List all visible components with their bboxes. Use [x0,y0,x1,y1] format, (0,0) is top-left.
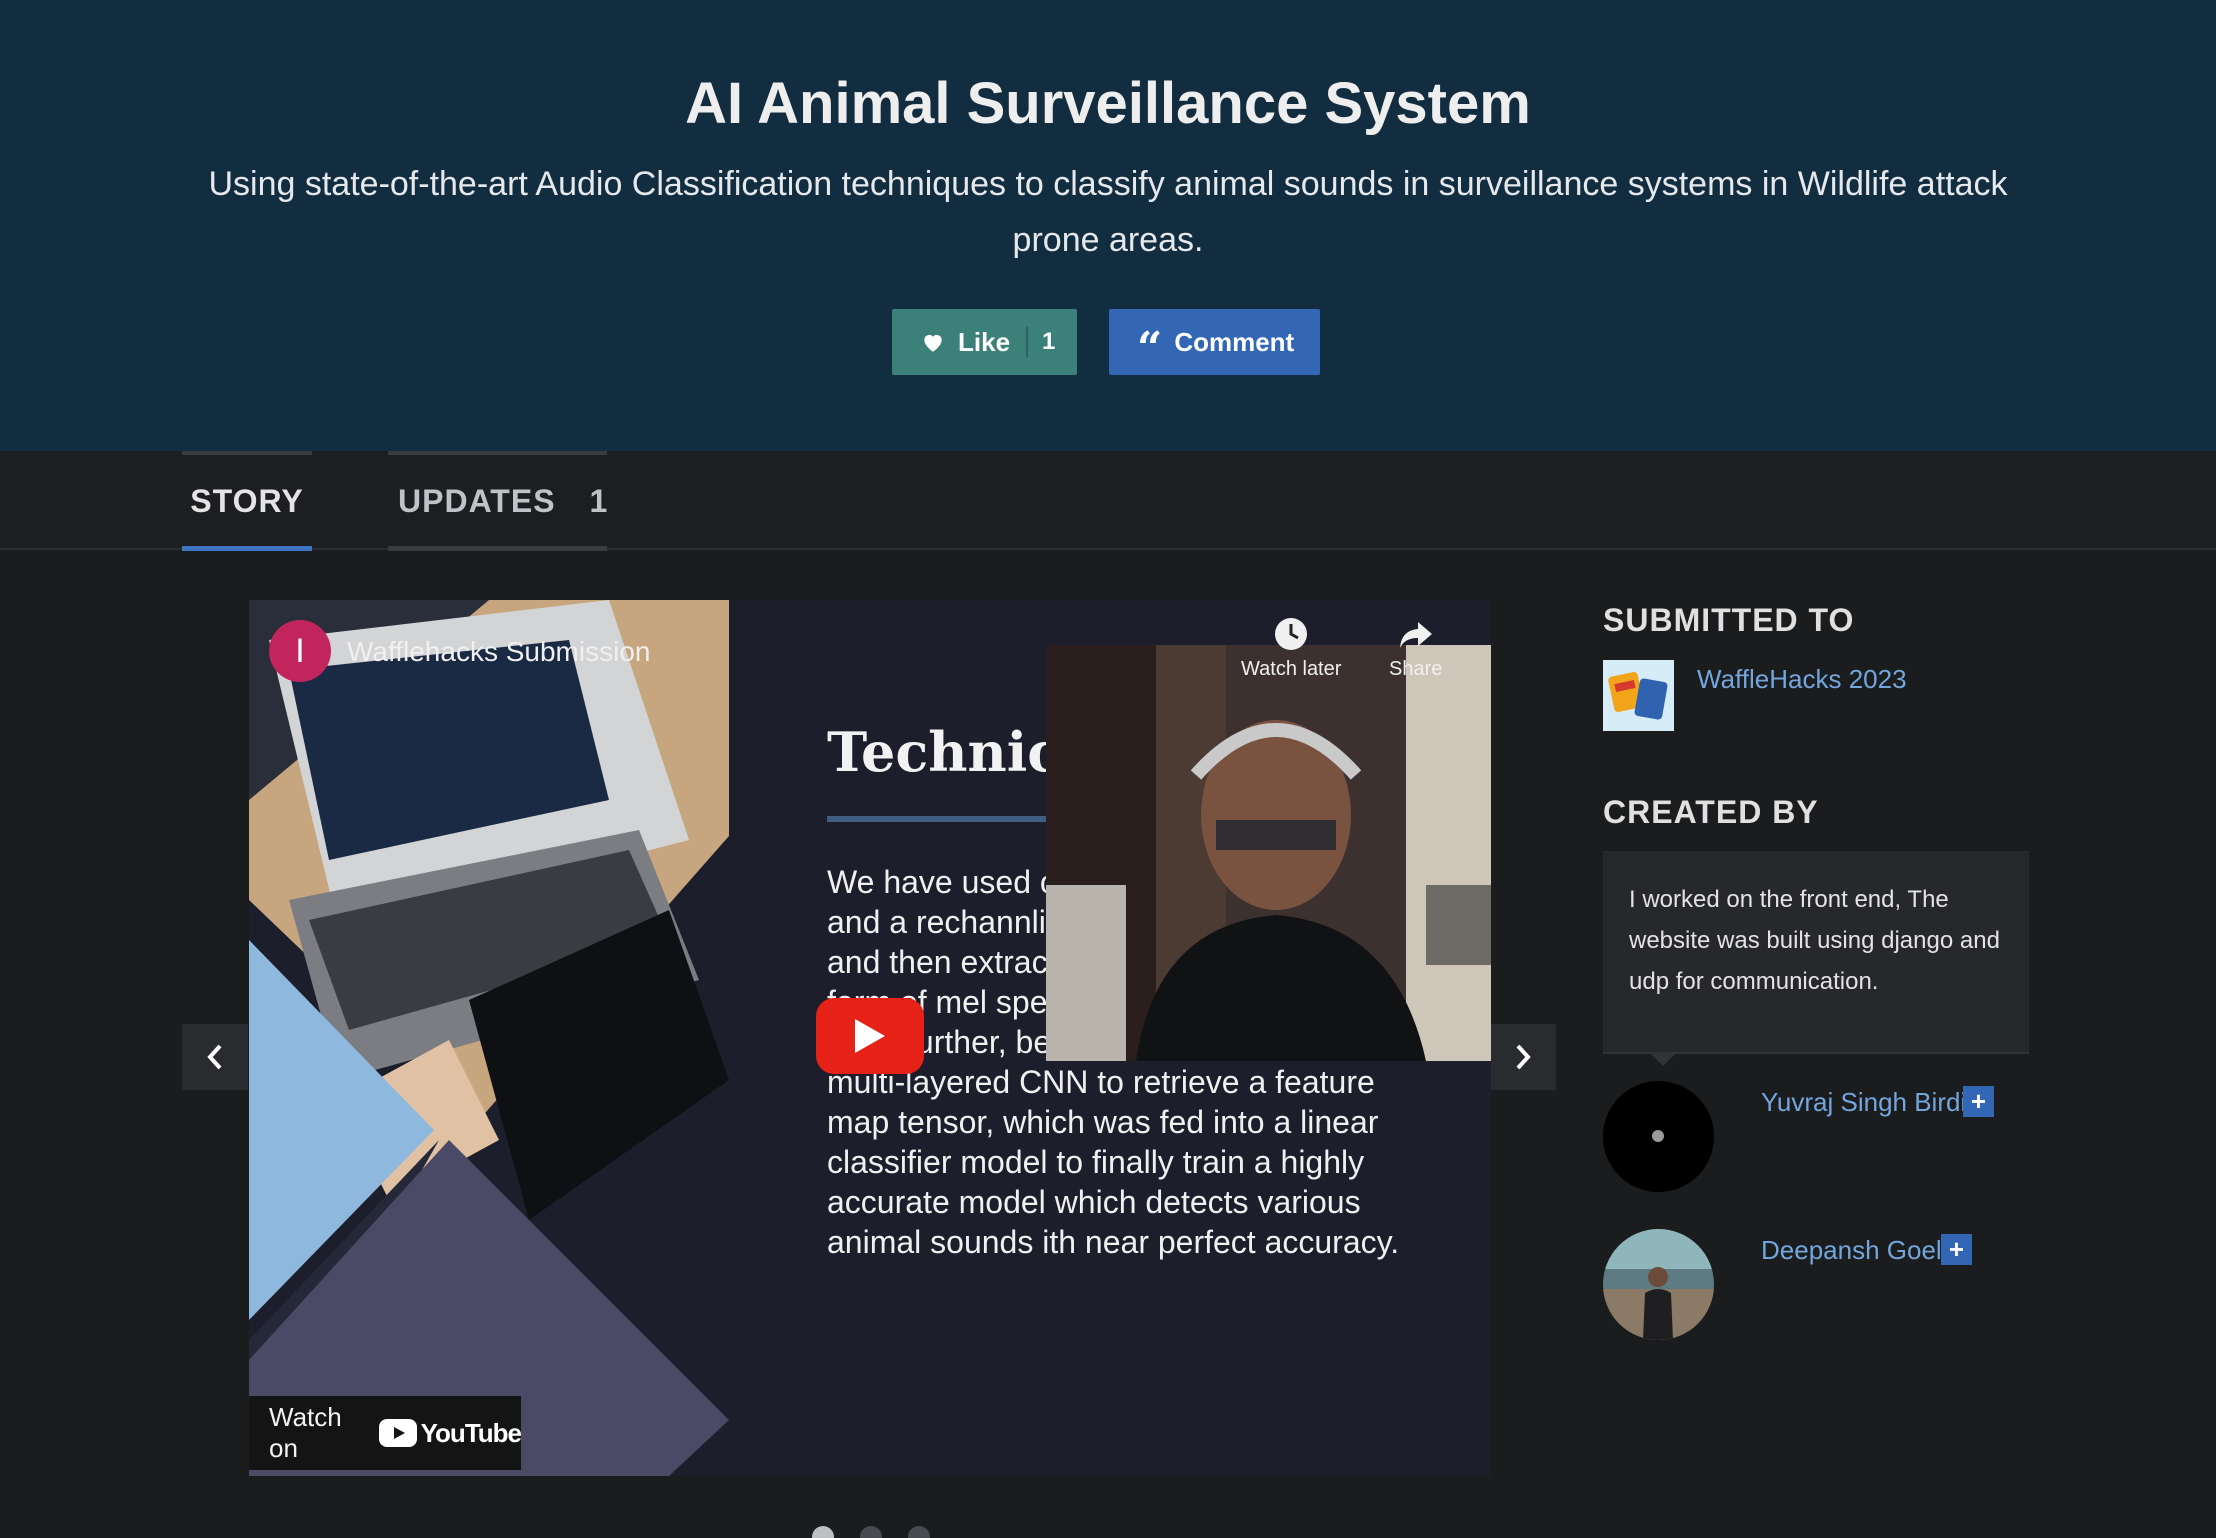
hackathon-thumbnail[interactable] [1603,660,1674,731]
tab-updates-count: 1 [589,483,609,519]
watch-on-label: Watch on [269,1402,342,1463]
clock-icon [1275,618,1308,650]
play-button[interactable] [816,998,924,1074]
comment-label: Comment [1174,326,1295,357]
member-avatar-image [1603,1081,1714,1192]
watch-later-label: Watch later [1241,658,1342,680]
carousel-dot[interactable] [860,1526,882,1538]
like-divider [1026,327,1029,357]
youtube-wordmark: YouTube [420,1417,522,1448]
member-name-link[interactable]: Deepansh Goel [1761,1235,1942,1266]
project-title: AI Animal Surveillance System [685,71,1531,136]
comment-button[interactable]: “ Comment [1109,309,1320,375]
watch-later-button[interactable]: Watch later [1241,616,1341,681]
youtube-icon [378,1419,417,1447]
video-title[interactable]: Wafflehacks Submission [347,636,650,668]
tab-story[interactable]: STORY [182,451,312,551]
speech-bubble-pointer [1651,1054,1675,1066]
avatar[interactable] [1603,1081,1714,1192]
like-button[interactable]: Like 1 [892,309,1077,375]
share-label: Share [1389,658,1443,680]
project-tabs: STORY UPDATES 1 [0,451,2216,551]
creator-note: I worked on the front end, The website w… [1603,851,2029,1066]
chevron-left-icon [207,1044,222,1070]
play-icon [855,1019,885,1053]
heart-icon [924,334,942,352]
avatar[interactable] [1603,1229,1714,1340]
like-label: Like [958,326,1011,357]
webcam-overlay [1046,645,1491,1061]
project-header: AI Animal Surveillance System Using stat… [0,0,2216,451]
carousel-prev-button[interactable] [182,1024,248,1090]
submitted-to-heading: SUBMITTED TO [1603,602,1855,638]
tab-story-label: STORY [190,483,304,519]
chevron-right-icon [1516,1044,1531,1070]
follow-button[interactable]: + [1941,1234,1972,1265]
hackathon-link[interactable]: WaffleHacks 2023 [1697,664,1907,695]
channel-avatar[interactable]: I [269,620,331,682]
tab-updates[interactable]: UPDATES 1 [388,451,609,551]
project-tagline: Using state-of-the-art Audio Classificat… [208,165,2008,259]
quote-icon: “ [1137,323,1163,374]
carousel-next-button[interactable] [1490,1024,1556,1090]
carousel-dot[interactable] [908,1526,930,1538]
carousel-indicators [812,1526,930,1538]
carousel-dot[interactable] [812,1526,834,1538]
creator-note-text: I worked on the front end, The website w… [1629,886,2000,995]
share-button[interactable]: Share [1389,616,1442,681]
slide-heading-rule [827,816,1057,822]
like-count: 1 [1042,328,1056,355]
created-by-heading: CREATED BY [1603,794,1819,830]
member-avatar-image [1603,1229,1714,1340]
share-icon [1399,622,1432,648]
tab-active-indicator [182,546,312,551]
tab-inactive-indicator [388,546,607,551]
channel-initial: I [295,631,305,670]
follow-button[interactable]: + [1963,1086,1994,1117]
member-name-link[interactable]: Yuvraj Singh Birdi [1761,1087,1966,1118]
tab-updates-label: UPDATES [398,483,556,519]
wafflehacks-logo [1603,660,1674,731]
presenter-video-frame [1046,645,1491,1061]
watch-on-youtube-link[interactable]: Watch on YouTube [249,1396,522,1470]
youtube-embed[interactable]: I Wafflehacks Submission Technica We hav… [249,600,1491,1476]
youtube-logo: YouTube [378,1417,522,1449]
